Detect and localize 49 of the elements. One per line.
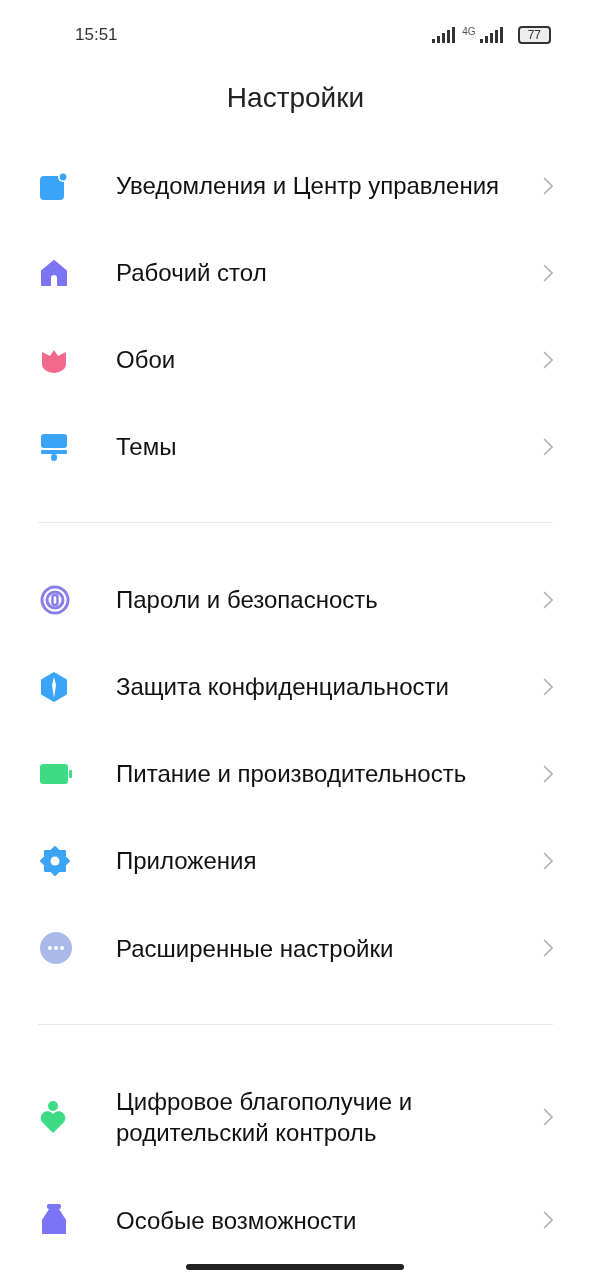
page-title: Настройки [225,81,366,115]
person-heart-icon [40,1101,66,1133]
settings-item[interactable]: Особые возможности [0,1176,591,1264]
settings-item[interactable]: Цифровое благополучие и родительский контроль [0,1058,591,1176]
brush-icon [40,432,68,461]
settings-item[interactable]: Защита конфиденциальности [0,643,591,730]
chevron-icon [543,350,553,369]
settings-item-label: Расширенные настройки [116,933,395,964]
chevron-icon [543,263,553,282]
signal-icon [479,27,506,43]
chevron-icon [543,1211,553,1229]
chevron-icon [543,939,553,957]
network-type: 4G [462,25,476,37]
settings-item-label: Пароли и безопасность [116,585,379,615]
house-icon [40,258,68,287]
chevron-icon [543,437,553,456]
settings-item-label: Рабочий стол [116,258,268,288]
settings-item[interactable]: Питание и производительность [0,730,591,817]
settings-item[interactable]: Пароли и безопасность [0,556,591,643]
battery-level: 77 [517,26,551,44]
settings-item[interactable]: Темы [0,403,591,490]
chevron-icon [543,176,553,195]
square-dot-icon [40,171,68,200]
chevron-icon [543,764,553,783]
more-icon [40,932,72,964]
chevron-icon [543,590,553,609]
settings-item-label: Приложения [116,846,258,876]
settings-item[interactable]: Приложения [0,817,591,904]
settings-item[interactable]: Уведомления и Центр управления [0,142,591,229]
settings-item-label: Особые возможности [116,1205,358,1236]
status-time: 15:51 [75,25,118,45]
settings-item-label: Темы [116,432,178,462]
chevron-icon [543,677,553,696]
hexagon-shield-icon [40,671,68,702]
fingerprint-icon [40,584,70,615]
battery-icon [40,762,72,785]
settings-item-label: Цифровое благополучие и родительский контроль [116,1087,414,1148]
settings-item[interactable]: Рабочий стол [0,229,591,316]
settings-icon [40,845,70,876]
vase-icon [40,1204,68,1236]
chevron-icon [543,1108,553,1126]
chevron-icon [543,851,553,870]
settings-item-label: Уведомления и Центр управления [116,171,501,201]
settings-item-label: Питание и производительность [116,759,468,789]
settings-item-label: Обои [116,345,177,375]
settings-item-label: Защита конфиденциальности [116,672,450,702]
settings-item[interactable]: Обои [0,316,591,403]
home-indicator[interactable] [186,1264,404,1270]
settings-item[interactable]: Расширенные настройки [0,904,591,992]
